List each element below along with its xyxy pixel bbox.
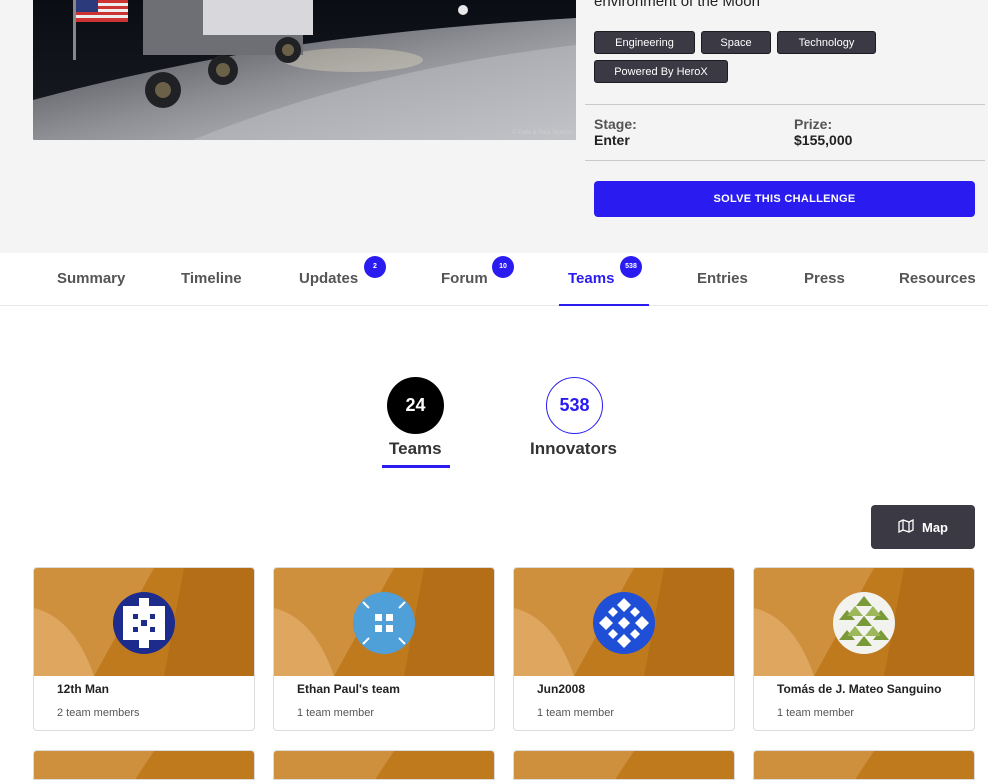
team-avatar	[593, 592, 655, 654]
team-member-count: 1 team member	[777, 707, 855, 719]
teams-count-indicator	[382, 465, 450, 468]
tab-resources[interactable]: Resources	[899, 253, 976, 306]
tab-entries[interactable]: Entries	[697, 253, 748, 306]
active-tab-indicator	[559, 304, 649, 306]
image-credit: © Felix & Paul Studios	[512, 130, 572, 136]
tab-updates[interactable]: Updates	[299, 253, 358, 306]
team-card[interactable]: Tomás de J. Mateo Sanguino 1 team member	[753, 567, 975, 731]
team-card[interactable]	[753, 750, 975, 780]
map-button[interactable]: Map	[871, 505, 975, 549]
stage-value: Enter	[594, 132, 630, 148]
tab-summary[interactable]: Summary	[57, 253, 125, 306]
prize-value: $155,000	[794, 132, 853, 148]
challenge-subtitle: environment of the Moon	[594, 0, 760, 10]
team-card[interactable]	[33, 750, 255, 780]
team-member-count: 2 team members	[57, 707, 140, 719]
tag-engineering[interactable]: Engineering	[594, 31, 695, 54]
tab-teams[interactable]: Teams	[568, 253, 614, 306]
teams-count-circle[interactable]: 24	[387, 377, 444, 434]
teams-count-label[interactable]: Teams	[389, 439, 442, 459]
challenge-hero-image: © Felix & Paul Studios	[33, 0, 576, 140]
tab-press[interactable]: Press	[804, 253, 845, 306]
map-icon	[898, 518, 914, 536]
team-name[interactable]: Jun2008	[537, 682, 727, 696]
tab-timeline[interactable]: Timeline	[181, 253, 242, 306]
divider	[585, 160, 985, 161]
team-card[interactable]: Ethan Paul's team 1 team member	[273, 567, 495, 731]
tag-space[interactable]: Space	[701, 31, 771, 54]
tag-list: Engineering Space Technology Powered By …	[594, 31, 894, 83]
updates-count-badge: 2	[364, 256, 386, 278]
stage-label: Stage:	[594, 116, 637, 132]
team-card[interactable]: 12th Man 2 team members	[33, 567, 255, 731]
challenge-header: © Felix & Paul Studios environment of th…	[0, 0, 988, 253]
map-button-label: Map	[922, 519, 948, 535]
team-avatar	[353, 592, 415, 654]
tag-powered-by-herox[interactable]: Powered By HeroX	[594, 60, 728, 83]
divider	[585, 104, 985, 105]
team-name[interactable]: Ethan Paul's team	[297, 682, 487, 696]
team-card[interactable]	[513, 750, 735, 780]
teams-count-badge: 538	[620, 256, 642, 278]
innovators-count-label[interactable]: Innovators	[530, 439, 617, 459]
team-name[interactable]: 12th Man	[57, 682, 247, 696]
forum-count-badge: 10	[492, 256, 514, 278]
team-card[interactable]: Jun2008 1 team member	[513, 567, 735, 731]
team-avatar	[113, 592, 175, 654]
prize-label: Prize:	[794, 116, 833, 132]
solve-challenge-button[interactable]: SOLVE THIS CHALLENGE	[594, 181, 975, 217]
team-avatar	[833, 592, 895, 654]
team-member-count: 1 team member	[537, 707, 615, 719]
tag-technology[interactable]: Technology	[777, 31, 876, 54]
team-card[interactable]	[273, 750, 495, 780]
team-member-count: 1 team member	[297, 707, 375, 719]
team-name[interactable]: Tomás de J. Mateo Sanguino	[777, 682, 967, 696]
innovators-count-circle[interactable]: 538	[546, 377, 603, 434]
tab-forum[interactable]: Forum	[441, 253, 488, 306]
